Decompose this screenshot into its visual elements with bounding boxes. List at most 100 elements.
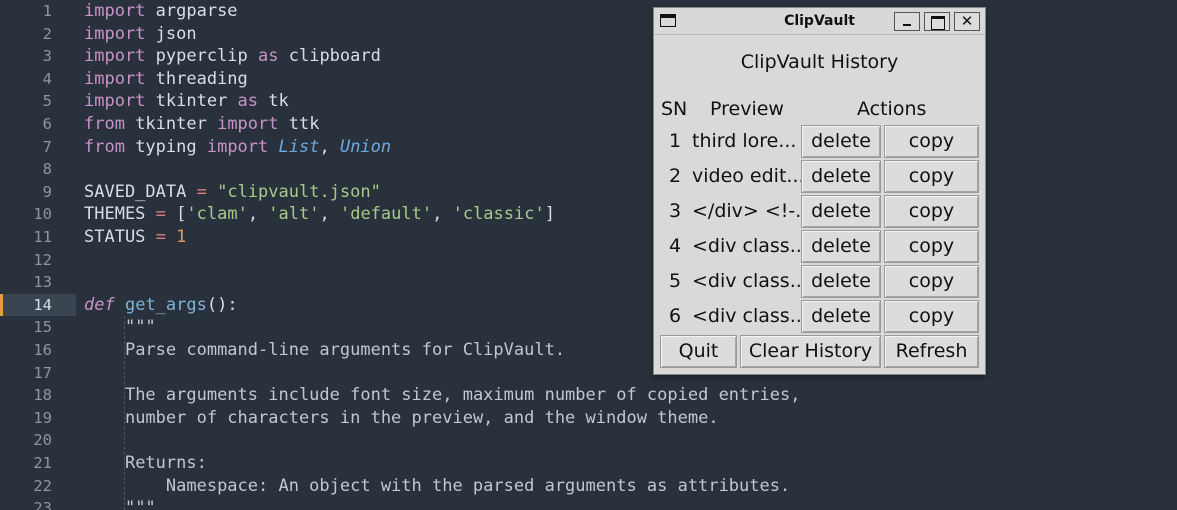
line-number: 17 [33,363,52,382]
code-line[interactable]: 12 [0,249,1177,272]
line-number: 5 [42,92,52,111]
code-line[interactable]: 10 THEMES = ['clam', 'alt', 'default', 'c… [0,203,1177,226]
close-button[interactable]: ✕ [954,12,980,31]
code-text[interactable]: Namespace: An object with the parsed arg… [84,475,790,498]
line-number: 7 [42,137,52,156]
line-number: 13 [33,273,52,292]
code-line[interactable]: 14 def get_args(): [0,293,1177,317]
copy-button[interactable]: copy [884,125,979,158]
code-text[interactable]: """ [84,316,156,339]
delete-button[interactable]: delete [801,125,881,158]
line-number: 8 [42,160,52,179]
code-editor[interactable]: 1 import argparse 2 import json 3 import pype… [0,0,1177,510]
clipvault-window: ClipVault ✕ ClipVault History SN Preview… [653,7,986,375]
copy-button[interactable]: copy [884,160,979,193]
code-text[interactable]: """ [84,497,156,510]
code-line[interactable]: 21 Returns: [0,452,1177,475]
copy-button[interactable]: copy [884,195,979,228]
code-text[interactable]: The arguments include font size, maximum… [84,384,801,407]
code-line[interactable]: 18 The arguments include font size, maxi… [0,384,1177,407]
copy-button[interactable]: copy [884,300,979,333]
row-preview: <div class... [692,235,802,257]
line-number: 12 [33,250,52,269]
row-sn: 4 [669,235,682,257]
line-number: 2 [42,24,52,43]
minimize-button[interactable] [894,12,920,31]
code-text[interactable]: SAVED_DATA = "clipvault.json" [84,181,381,204]
code-line[interactable]: 15 """ [0,316,1177,339]
line-number: 10 [33,205,52,224]
row-sn: 6 [669,305,682,327]
code-line[interactable]: 9 SAVED_DATA = "clipvault.json" [0,181,1177,204]
code-line[interactable]: 8 [0,158,1177,181]
code-text[interactable]: def get_args(): [84,294,238,317]
line-number: 11 [33,228,52,246]
preview-column-header: Preview [710,98,784,120]
indent-guide [124,316,125,510]
code-text[interactable]: number of characters in the preview, and… [84,407,719,430]
copy-button[interactable]: copy [884,230,979,263]
code-line[interactable]: 19 number of characters in the preview, … [0,407,1177,430]
code-line[interactable]: 3 import pyperclip as clipboard [0,45,1177,68]
row-preview: <div class... [692,270,802,292]
code-line[interactable]: 6 from tkinter import ttk [0,113,1177,136]
line-number: 23 [33,499,52,510]
line-number: 6 [42,115,52,133]
line-number: 22 [33,476,52,495]
clear-history-button[interactable]: Clear History [740,335,881,368]
delete-button[interactable]: delete [801,160,881,193]
code-line[interactable]: 16 Parse command-line arguments for Clip… [0,339,1177,362]
close-icon: ✕ [960,12,974,30]
title-bar[interactable]: ClipVault ✕ [654,8,985,35]
copy-button[interactable]: copy [884,265,979,298]
code-line[interactable]: 22 Namespace: An object with the parsed … [0,475,1177,498]
code-text[interactable]: THEMES = ['clam', 'alt', 'default', 'cla… [84,203,555,226]
row-sn: 3 [669,200,682,222]
line-number: 3 [42,47,52,66]
code-text[interactable]: import tkinter as tk [84,90,289,113]
line-number: 9 [42,182,52,201]
row-preview: </div> <!-... [692,200,802,222]
delete-button[interactable]: delete [801,230,881,263]
line-number: 16 [33,341,52,359]
code-text[interactable]: STATUS = 1 [84,226,186,249]
code-line[interactable]: 5 import tkinter as tk [0,90,1177,113]
code-line[interactable]: 23 """ [0,497,1177,510]
row-sn: 2 [669,165,682,187]
delete-button[interactable]: delete [801,195,881,228]
code-text[interactable]: import argparse [84,0,238,23]
maximize-button[interactable] [924,12,950,31]
code-text[interactable]: Returns: [84,452,207,475]
code-line[interactable]: 2 import json [0,23,1177,46]
row-preview: video edit... [692,165,802,187]
delete-button[interactable]: delete [801,300,881,333]
code-line[interactable]: 1 import argparse [0,0,1177,23]
quit-button[interactable]: Quit [660,335,737,368]
code-text[interactable]: import json [84,23,197,46]
history-heading: ClipVault History [740,51,899,73]
code-text[interactable]: from tkinter import ttk [84,113,319,136]
code-line[interactable]: 7 from typing import List, Union [0,136,1177,159]
line-number: 20 [33,431,52,450]
row-preview: third lore... [692,130,797,152]
code-line[interactable]: 17 [0,362,1177,385]
code-text[interactable]: Parse command-line arguments for ClipVau… [84,339,565,362]
line-number: 19 [33,408,52,427]
delete-button[interactable]: delete [801,265,881,298]
actions-column-header: Actions [857,98,927,120]
line-number: 15 [33,318,52,337]
code-line[interactable]: 13 [0,271,1177,294]
code-text[interactable]: import threading [84,68,248,91]
code-line[interactable]: 4 import threading [0,68,1177,91]
refresh-button[interactable]: Refresh [884,335,979,368]
row-sn: 1 [669,130,682,152]
line-number: 18 [33,386,52,405]
line-number: 1 [42,2,52,20]
code-line[interactable]: 11 STATUS = 1 [0,226,1177,249]
line-number: 14 [33,295,52,314]
sn-column-header: SN [661,98,688,120]
line-number: 21 [33,454,52,472]
code-text[interactable]: import pyperclip as clipboard [84,45,381,68]
code-text[interactable]: from typing import List, Union [84,136,391,159]
code-line[interactable]: 20 [0,429,1177,452]
